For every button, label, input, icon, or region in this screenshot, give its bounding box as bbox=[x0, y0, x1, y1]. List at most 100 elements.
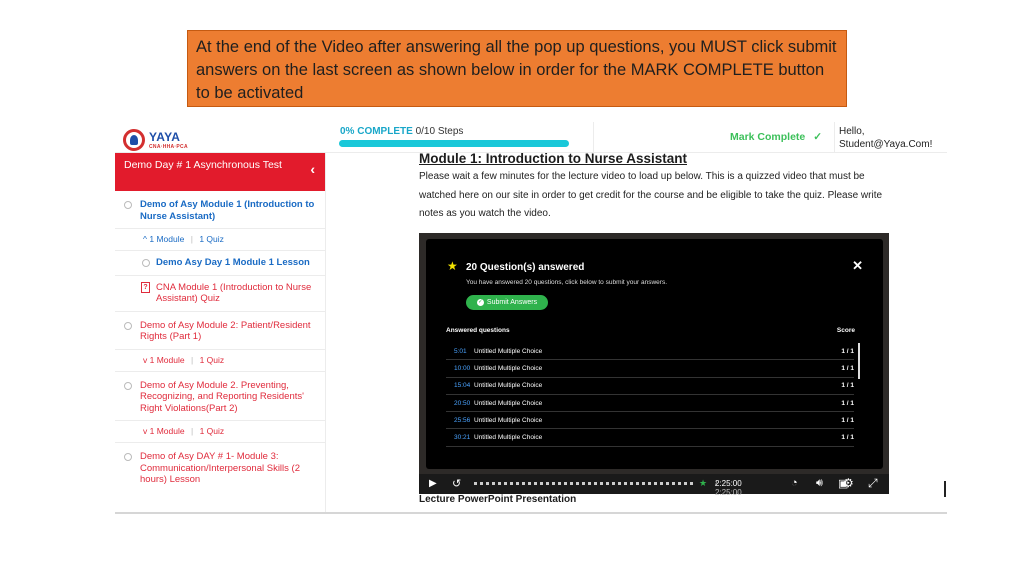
sidebar-title: Demo Day # 1 Asynchronous Test bbox=[124, 159, 282, 171]
logo-icon bbox=[123, 129, 145, 151]
progress-bar bbox=[339, 140, 569, 147]
greeting-hello: Hello, bbox=[839, 126, 865, 137]
answer-name: Untitled Multiple Choice bbox=[474, 416, 543, 424]
logo-text: YAYA bbox=[149, 130, 181, 144]
close-icon[interactable]: ✕ bbox=[852, 258, 863, 274]
screenshot-bottom-border bbox=[115, 512, 947, 514]
volume-icon[interactable]: 🔊︎ bbox=[816, 477, 823, 490]
sidebar-module-3[interactable]: Demo of Asy Module 2. Preventing, Recogn… bbox=[115, 372, 325, 421]
answers-header: Answered questions Score bbox=[446, 327, 855, 334]
answers-list: 5:01 Untitled Multiple Choice 1 / 1 10:00 U… bbox=[446, 343, 854, 447]
submit-answers-button[interactable]: ✓ Submit Answers bbox=[466, 295, 548, 310]
answer-time: 5:01 bbox=[454, 347, 467, 355]
header-divider bbox=[593, 122, 594, 152]
modal-scrollbar[interactable] bbox=[858, 343, 860, 379]
sidebar-lesson[interactable]: Demo Asy Day 1 Module 1 Lesson bbox=[115, 251, 325, 276]
quiz-count: 1 Quiz bbox=[199, 234, 224, 244]
chevron-left-icon[interactable]: ‹ bbox=[310, 162, 315, 176]
speed-icon[interactable]: ◔ bbox=[791, 477, 798, 489]
progress-steps: 0/10 Steps bbox=[415, 126, 464, 137]
answer-name: Untitled Multiple Choice bbox=[474, 364, 543, 372]
module-count: 1 Module bbox=[149, 354, 185, 365]
modal-subtitle: You have answered 20 questions, click be… bbox=[466, 279, 668, 286]
status-circle-icon bbox=[142, 259, 150, 267]
module-count: 1 Module bbox=[149, 234, 185, 244]
answer-score: 1 / 1 bbox=[841, 382, 854, 390]
answer-score: 1 / 1 bbox=[841, 434, 854, 442]
course-sidebar: Demo Day # 1 Asynchronous Test ‹ Demo of… bbox=[115, 153, 326, 514]
star-icon: ★ bbox=[447, 259, 458, 273]
video-player[interactable]: ★ 20 Question(s) answered ✕ You have ans… bbox=[419, 233, 889, 497]
header-divider bbox=[834, 122, 835, 152]
lesson-label: Demo Asy Day 1 Module 1 Lesson bbox=[156, 257, 310, 268]
sidebar-header[interactable]: Demo Day # 1 Asynchronous Test ‹ bbox=[115, 153, 325, 191]
answer-time: 30:21 bbox=[454, 434, 471, 442]
answer-time: 10:00 bbox=[454, 364, 471, 372]
answer-row[interactable]: 20:50 Untitled Multiple Choice 1 / 1 bbox=[446, 395, 854, 413]
answer-time: 15:04 bbox=[454, 382, 471, 390]
lecture-powerpoint-heading: Lecture PowerPoint Presentation bbox=[419, 494, 577, 505]
module-label: Demo of Asy DAY # 1- Module 3: Communica… bbox=[140, 451, 300, 485]
chevron-up-icon: ^ bbox=[143, 234, 147, 244]
answer-row[interactable]: 15:04 Untitled Multiple Choice 1 / 1 bbox=[446, 378, 854, 395]
quiz-count: 1 Quiz bbox=[199, 426, 225, 436]
answer-row[interactable]: 25:56 Untitled Multiple Choice 1 / 1 bbox=[446, 412, 854, 430]
module-count: 1 Module bbox=[149, 426, 185, 436]
module-label: Demo of Asy Module 1 (Introduction to Nu… bbox=[140, 199, 315, 222]
logo-subtext: CNA·HHA·PCA bbox=[149, 144, 188, 150]
quiz-count: 1 Quiz bbox=[199, 354, 225, 365]
checkmark-icon: ✓ bbox=[813, 131, 823, 143]
sidebar-module-2[interactable]: Demo of Asy Module 2: Patient/Resident R… bbox=[115, 312, 325, 350]
bookmark-icon[interactable]: ★ bbox=[699, 478, 707, 489]
module-2-meta[interactable]: v 1 Module | 1 Quiz bbox=[115, 350, 325, 372]
mark-complete-button[interactable]: Mark Complete ✓ bbox=[730, 131, 822, 143]
status-circle-icon bbox=[124, 453, 132, 461]
module-label: Demo of Asy Module 2. Preventing, Recogn… bbox=[140, 379, 304, 414]
scroll-indicator bbox=[944, 481, 946, 497]
sidebar-module-4[interactable]: Demo of Asy DAY # 1- Module 3: Communica… bbox=[115, 443, 325, 492]
answer-score: 1 / 1 bbox=[841, 416, 854, 424]
settings-icon[interactable]: ⚙ bbox=[843, 476, 854, 490]
score-header: Score bbox=[836, 327, 855, 334]
check-circle-icon: ✓ bbox=[476, 299, 484, 306]
user-greeting[interactable]: Hello, Student@Yaya.Com! bbox=[839, 125, 932, 151]
answer-row[interactable]: 30:21 Untitled Multiple Choice 1 / 1 bbox=[446, 429, 854, 447]
sidebar-module-1[interactable]: Demo of Asy Module 1 (Introduction to Nu… bbox=[115, 191, 325, 229]
answer-score: 1 / 1 bbox=[841, 399, 854, 407]
answer-name: Untitled Multiple Choice bbox=[474, 434, 543, 442]
module-3-meta[interactable]: v 1 Module | 1 Quiz bbox=[115, 421, 325, 443]
replay-icon[interactable]: ↺ bbox=[452, 477, 461, 490]
answer-time: 20:50 bbox=[454, 399, 471, 407]
instruction-callout: At the end of the Video after answering … bbox=[187, 30, 847, 107]
chevron-down-icon: v bbox=[143, 426, 148, 436]
answered-questions-header: Answered questions bbox=[446, 327, 510, 334]
progress-percent: 0% COMPLETE bbox=[340, 126, 413, 137]
chevron-down-icon: v bbox=[143, 354, 148, 365]
answer-score: 1 / 1 bbox=[841, 347, 854, 355]
quiz-summary-modal: ★ 20 Question(s) answered ✕ You have ans… bbox=[426, 239, 883, 469]
module-description: Please wait a few minutes for the lectur… bbox=[419, 171, 883, 219]
duration: / 2:25:00 bbox=[715, 479, 742, 497]
page-title: Module 1: Introduction to Nurse Assistan… bbox=[419, 151, 688, 166]
status-circle-icon bbox=[124, 321, 132, 330]
play-icon[interactable]: ▶ bbox=[429, 478, 437, 489]
answer-score: 1 / 1 bbox=[841, 364, 854, 372]
video-controls: ▶ ↺ ★ 2:25:00 / 2:25:00 ◔ 🔊︎ ▣ ⚙ ⤢ bbox=[419, 474, 889, 497]
quiz-icon: ? bbox=[141, 281, 150, 293]
answer-row[interactable]: 10:00 Untitled Multiple Choice 1 / 1 bbox=[446, 360, 854, 378]
progress-label: 0% COMPLETE 0/10 Steps bbox=[340, 126, 463, 137]
logo[interactable]: YAYA CNA·HHA·PCA bbox=[123, 127, 223, 153]
seek-bar[interactable] bbox=[474, 482, 696, 485]
answer-name: Untitled Multiple Choice bbox=[474, 382, 543, 390]
answer-name: Untitled Multiple Choice bbox=[474, 399, 543, 407]
fullscreen-icon[interactable]: ⤢ bbox=[868, 476, 878, 491]
sidebar-quiz[interactable]: ? CNA Module 1 (Introduction to Nurse As… bbox=[115, 276, 325, 312]
module-1-meta[interactable]: ^ 1 Module | 1 Quiz bbox=[115, 229, 325, 251]
answer-row[interactable]: 5:01 Untitled Multiple Choice 1 / 1 bbox=[446, 343, 854, 361]
greeting-email: Student@Yaya.Com! bbox=[839, 139, 933, 150]
quiz-label: CNA Module 1 (Introduction to Nurse Assi… bbox=[156, 281, 312, 305]
status-circle-icon bbox=[124, 201, 132, 209]
module-label: Demo of Asy Module 2: Patient/Resident R… bbox=[140, 319, 311, 343]
mark-complete-label: Mark Complete bbox=[730, 131, 806, 143]
lms-screenshot: YAYA CNA·HHA·PCA 0% COMPLETE 0/10 Steps … bbox=[115, 122, 947, 514]
